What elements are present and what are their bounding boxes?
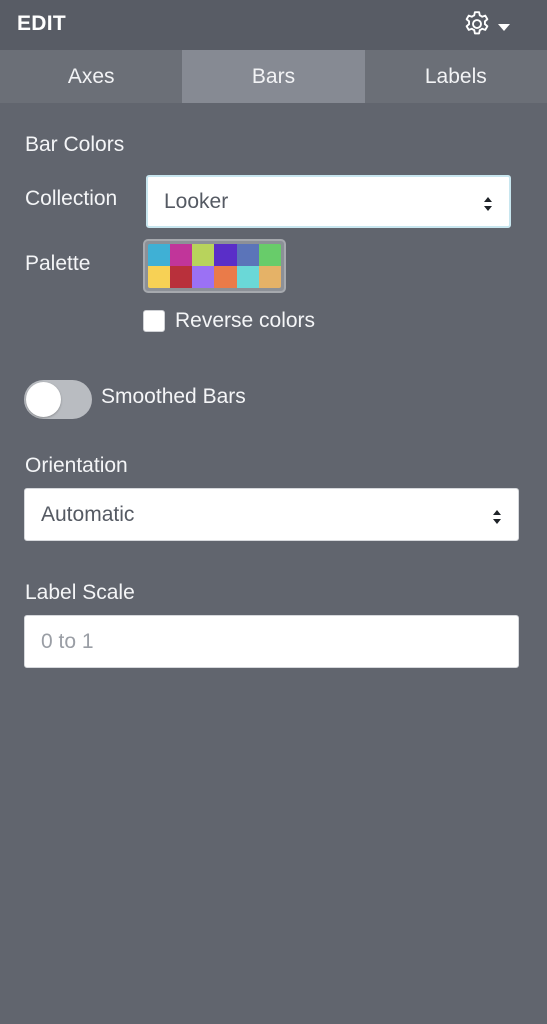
palette-swatch: [236, 266, 259, 288]
orientation-label: Orientation: [25, 454, 128, 477]
palette-picker[interactable]: [143, 239, 286, 293]
smoothed-bars-label: Smoothed Bars: [101, 385, 246, 408]
palette-swatch: [214, 244, 237, 266]
palette-swatches: [148, 244, 281, 288]
collection-select[interactable]: Looker: [146, 175, 511, 228]
palette-swatch: [192, 266, 215, 288]
tab-axes[interactable]: Axes: [0, 50, 182, 103]
tab-bar: Axes Bars Labels: [0, 50, 547, 103]
select-arrows-icon: [492, 507, 502, 524]
palette-swatch: [258, 266, 281, 288]
palette-swatch: [258, 244, 281, 266]
orientation-select[interactable]: Automatic: [24, 488, 519, 541]
bar-colors-heading: Bar Colors: [25, 133, 125, 156]
palette-swatch: [192, 244, 215, 266]
settings-menu-button[interactable]: [462, 8, 516, 40]
reverse-colors-checkbox[interactable]: [143, 310, 165, 332]
gear-icon: [462, 9, 492, 39]
palette-swatch: [148, 244, 171, 266]
palette-label: Palette: [25, 252, 91, 275]
palette-swatch: [148, 266, 171, 288]
collection-label: Collection: [25, 187, 118, 210]
toggle-knob: [26, 382, 61, 417]
label-scale-label: Label Scale: [25, 581, 135, 604]
select-arrows-icon: [483, 194, 493, 211]
tab-labels[interactable]: Labels: [365, 50, 547, 103]
orientation-value: Automatic: [41, 502, 135, 526]
palette-swatch: [170, 244, 193, 266]
editor-header: EDIT: [0, 0, 547, 50]
palette-swatch: [170, 266, 193, 288]
palette-swatch: [214, 266, 237, 288]
palette-swatch: [236, 244, 259, 266]
editor-title: EDIT: [17, 12, 67, 35]
smoothed-bars-toggle[interactable]: [24, 380, 92, 419]
tab-bars[interactable]: Bars: [182, 50, 365, 103]
collection-value: Looker: [164, 189, 229, 213]
reverse-colors-label[interactable]: Reverse colors: [175, 309, 315, 333]
label-scale-input[interactable]: [24, 615, 519, 668]
caret-down-icon: [497, 19, 511, 31]
